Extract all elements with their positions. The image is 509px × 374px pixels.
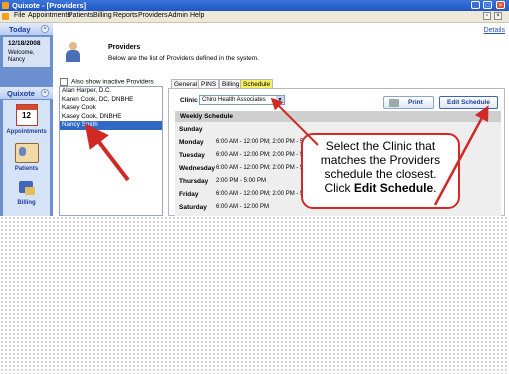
today-title: Today <box>9 25 31 34</box>
menu-help[interactable]: Help <box>190 12 204 19</box>
app-icon <box>2 2 9 9</box>
mdi-close-button[interactable]: × <box>494 12 502 20</box>
provider-list[interactable]: Alan Harper, D.C. Karen Cook, DC, DNBHE … <box>59 86 163 216</box>
menu-providers[interactable]: Providers <box>138 12 168 19</box>
minimize-button[interactable]: _ <box>471 1 480 9</box>
today-date: 12/18/2008 <box>8 40 41 47</box>
callout-line-2: matches the Providers <box>320 153 441 167</box>
user-name: Nancy <box>8 57 26 63</box>
clinic-select-value: Chiro Health Associates <box>202 97 266 103</box>
mdi-restore-button[interactable]: ▫ <box>483 12 491 20</box>
sub-toolbar: Details <box>0 23 509 38</box>
today-header[interactable]: Today « <box>0 23 53 35</box>
patients-icon <box>14 143 39 163</box>
inactive-providers-option[interactable]: Also show inactive Providers <box>60 78 154 86</box>
quixote-panel: 12 Appointments Patients Billing <box>3 100 50 216</box>
collapse-quixote-icon[interactable]: « <box>41 89 49 97</box>
close-button[interactable]: × <box>496 1 505 9</box>
title-bar: Quixote - [Providers] _ □ × <box>0 0 509 11</box>
provider-icon <box>66 42 80 62</box>
document-icon <box>2 13 9 20</box>
menu-file[interactable]: File <box>14 12 25 19</box>
billing-icon <box>17 179 37 197</box>
provider-item[interactable]: Alan Harper, D.C. <box>60 87 162 96</box>
calendar-icon: 12 <box>15 104 38 126</box>
nav-patients[interactable]: Patients <box>3 143 50 172</box>
menu-bar: File Appointments Patients Billing Repor… <box>0 11 509 23</box>
callout-line-3: schedule the closest. <box>324 167 437 181</box>
provider-item[interactable]: Karen Cook, DC, DNBHE <box>60 96 162 105</box>
left-navigation-pane: Today « 12/18/2008 Welcome, Nancy Quixot… <box>0 23 53 216</box>
provider-item[interactable]: Kasey Cook <box>60 104 162 113</box>
edit-schedule-button[interactable]: Edit Schedule <box>439 96 498 109</box>
nav-billing[interactable]: Billing <box>3 179 50 206</box>
welcome-text: Welcome, <box>8 50 35 56</box>
callout-bold-text: Edit Schedule <box>353 181 434 195</box>
menu-patients[interactable]: Patients <box>68 12 93 19</box>
weekly-schedule-header: Weekly Schedule <box>175 111 501 122</box>
nav-appointments-label: Appointments <box>6 129 47 135</box>
provider-item[interactable]: Kasey Cook, DNBHE <box>60 113 162 122</box>
callout-line-4-suffix: . <box>433 181 437 195</box>
instruction-callout: Select the Clinic that matches the Provi… <box>301 133 460 209</box>
menu-admin[interactable]: Admin <box>168 12 188 19</box>
nav-appointments[interactable]: 12 Appointments <box>3 104 50 135</box>
provider-item-selected[interactable]: Nancy Smith <box>60 121 162 130</box>
menu-reports[interactable]: Reports <box>113 12 138 19</box>
printer-icon <box>389 99 399 107</box>
callout-line-1: Select the Clinic that <box>325 139 436 153</box>
page-subtitle: Below are the list of Providers defined … <box>108 55 260 62</box>
nav-patients-label: Patients <box>14 166 39 172</box>
inactive-providers-checkbox[interactable] <box>60 78 68 86</box>
page-title: Providers <box>108 44 141 51</box>
window-title: Quixote - [Providers] <box>12 1 87 10</box>
menu-appointments[interactable]: Appointments <box>28 12 71 19</box>
menu-billing[interactable]: Billing <box>93 12 112 19</box>
print-button[interactable]: Print <box>383 96 434 109</box>
clinic-select[interactable]: Chiro Health Associates ▼ <box>199 95 285 105</box>
quixote-title: Quixote <box>7 89 35 98</box>
nav-billing-label: Billing <box>17 200 36 206</box>
details-link[interactable]: Details <box>484 27 505 34</box>
print-button-label: Print <box>408 99 423 106</box>
inactive-providers-label: Also show inactive Providers <box>71 78 154 86</box>
quixote-header[interactable]: Quixote « <box>0 87 53 99</box>
chevron-down-icon[interactable]: ▼ <box>276 96 284 104</box>
callout-line-4-prefix: Click <box>324 181 354 195</box>
maximize-button[interactable]: □ <box>483 1 492 9</box>
today-panel: 12/18/2008 Welcome, Nancy <box>3 37 50 67</box>
collapse-today-icon[interactable]: « <box>41 25 49 33</box>
clinic-label: Clinic <box>180 97 198 104</box>
